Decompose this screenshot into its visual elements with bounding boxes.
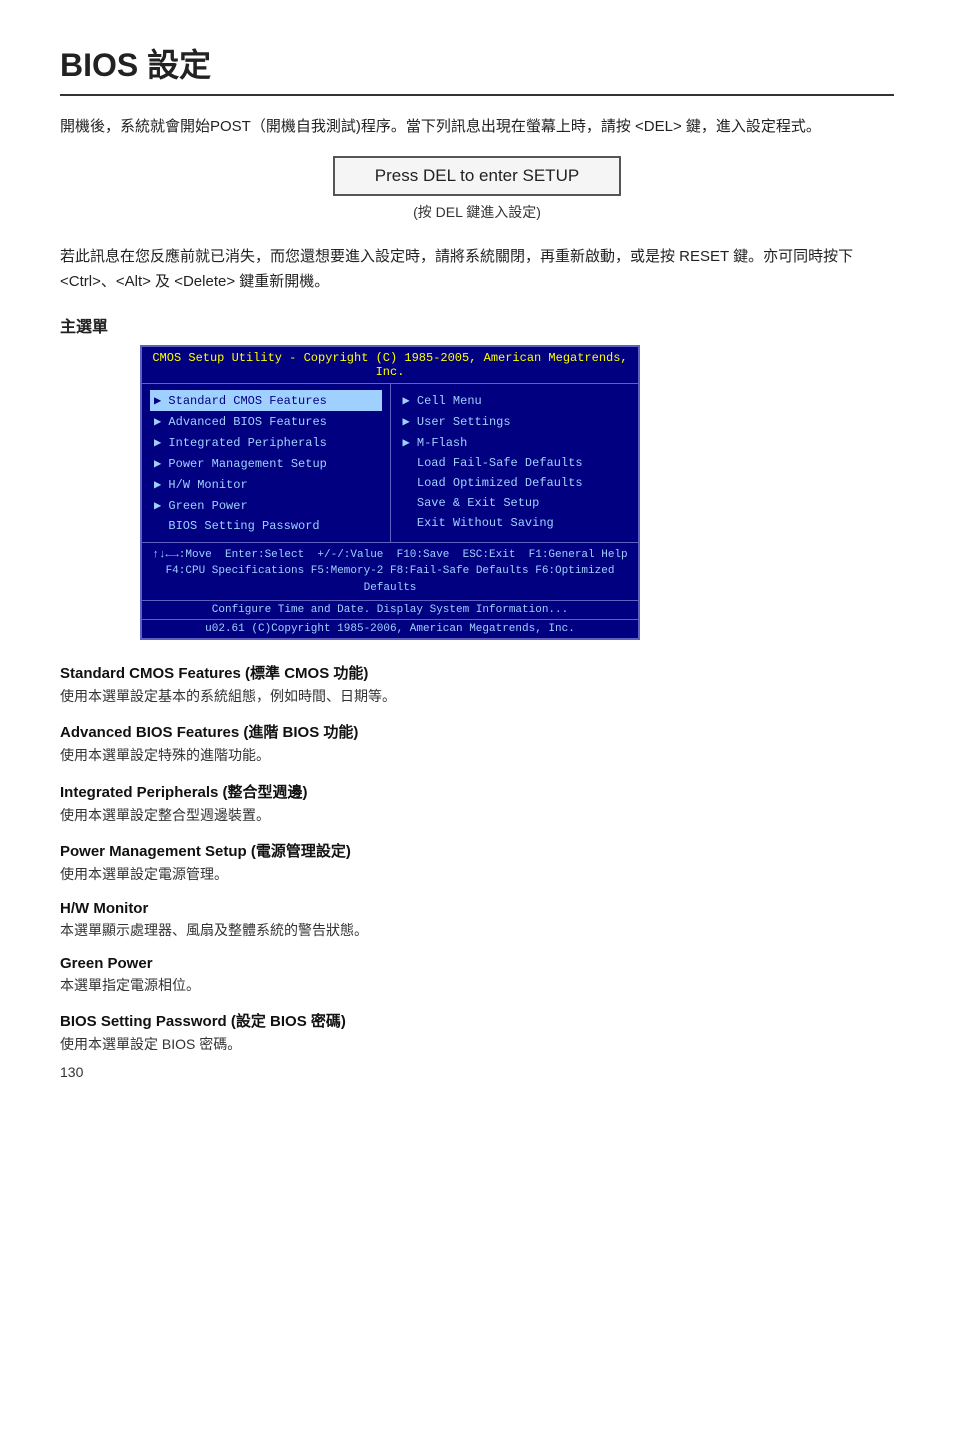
bios-item-integrated[interactable]: ▶ Integrated Peripherals <box>150 432 382 453</box>
bios-status: Configure Time and Date. Display System … <box>142 600 638 619</box>
desc-biospassword-title: BIOS Setting Password (設定 BIOS 密碼) <box>60 1010 894 1031</box>
bios-item-failsafe[interactable]: Load Fail-Safe Defaults <box>399 453 631 473</box>
desc-advanced-body: 使用本選單設定特殊的進階功能。 <box>60 744 894 766</box>
bios-right-col: ▶ Cell Menu ▶ User Settings ▶ M-Flash Lo… <box>391 384 639 542</box>
desc-integrated: Integrated Peripherals (整合型週邊) 使用本選單設定整合… <box>60 781 894 826</box>
del-instruction-box: Press DEL to enter SETUP <box>333 156 621 196</box>
desc-integrated-title: Integrated Peripherals (整合型週邊) <box>60 781 894 802</box>
desc-hwmonitor-body: 本選單顯示處理器、風扇及整體系統的警告狀態。 <box>60 919 894 941</box>
bios-item-mflash[interactable]: ▶ M-Flash <box>399 432 631 453</box>
desc-greenpower-title: Green Power <box>60 955 894 972</box>
desc-integrated-body: 使用本選單設定整合型週邊裝置。 <box>60 804 894 826</box>
intro-text: 開機後，系統就會開始POST（開機自我測試)程序。當下列訊息出現在螢幕上時，請按… <box>60 114 894 140</box>
bios-item-exit-nosave[interactable]: Exit Without Saving <box>399 513 631 533</box>
desc-standard-title: Standard CMOS Features (標準 CMOS 功能) <box>60 662 894 683</box>
bios-item-save-exit[interactable]: Save & Exit Setup <box>399 493 631 513</box>
desc-power-body: 使用本選單設定電源管理。 <box>60 863 894 885</box>
del-caption: (按 DEL 鍵進入設定) <box>413 202 541 222</box>
bios-left-col: ▶ Standard CMOS Features ▶ Advanced BIOS… <box>142 384 390 542</box>
bios-screen: CMOS Setup Utility - Copyright (C) 1985-… <box>140 345 640 641</box>
page-number: 130 <box>60 1064 83 1080</box>
descriptions-container: Standard CMOS Features (標準 CMOS 功能) 使用本選… <box>60 662 894 1056</box>
desc-standard: Standard CMOS Features (標準 CMOS 功能) 使用本選… <box>60 662 894 707</box>
section-heading: 主選單 <box>60 313 894 337</box>
desc-standard-body: 使用本選單設定基本的系統組態，例如時間、日期等。 <box>60 685 894 707</box>
page-title: BIOS 設定 <box>60 40 894 86</box>
desc-greenpower: Green Power 本選單指定電源相位。 <box>60 955 894 996</box>
desc-hwmonitor: H/W Monitor 本選單顯示處理器、風扇及整體系統的警告狀態。 <box>60 900 894 941</box>
page-container: BIOS 設定 開機後，系統就會開始POST（開機自我測試)程序。當下列訊息出現… <box>0 0 954 1110</box>
bios-item-hwmonitor[interactable]: ▶ H/W Monitor <box>150 474 382 495</box>
bios-item-cellmenu[interactable]: ▶ Cell Menu <box>399 390 631 411</box>
desc-greenpower-body: 本選單指定電源相位。 <box>60 974 894 996</box>
bios-item-usersettings[interactable]: ▶ User Settings <box>399 411 631 432</box>
title-divider <box>60 94 894 96</box>
bios-item-advanced[interactable]: ▶ Advanced BIOS Features <box>150 411 382 432</box>
bios-title-bar: CMOS Setup Utility - Copyright (C) 1985-… <box>142 347 638 384</box>
desc-biospassword-body: 使用本選單設定 BIOS 密碼。 <box>60 1033 894 1055</box>
del-box-container: Press DEL to enter SETUP (按 DEL 鍵進入設定) <box>60 156 894 238</box>
bios-item-optimized[interactable]: Load Optimized Defaults <box>399 473 631 493</box>
desc-advanced-title: Advanced BIOS Features (進階 BIOS 功能) <box>60 721 894 742</box>
bios-menu-area: ▶ Standard CMOS Features ▶ Advanced BIOS… <box>142 384 638 542</box>
warning-text: 若此訊息在您反應前就已消失，而您還想要進入設定時，請將系統關閉，再重新啟動，或是… <box>60 244 894 295</box>
desc-advanced: Advanced BIOS Features (進階 BIOS 功能) 使用本選… <box>60 721 894 766</box>
desc-power: Power Management Setup (電源管理設定) 使用本選單設定電… <box>60 840 894 885</box>
bios-item-standard[interactable]: ▶ Standard CMOS Features <box>150 390 382 411</box>
bios-item-power[interactable]: ▶ Power Management Setup <box>150 453 382 474</box>
bios-footer: ↑↓←→:Move Enter:Select +/-/:Value F10:Sa… <box>142 542 638 601</box>
desc-power-title: Power Management Setup (電源管理設定) <box>60 840 894 861</box>
bios-item-greenpower[interactable]: ▶ Green Power <box>150 495 382 516</box>
desc-hwmonitor-title: H/W Monitor <box>60 900 894 917</box>
bios-item-biospassword[interactable]: BIOS Setting Password <box>150 516 382 536</box>
bios-copyright: u02.61 (C)Copyright 1985-2006, American … <box>142 619 638 638</box>
desc-biospassword: BIOS Setting Password (設定 BIOS 密碼) 使用本選單… <box>60 1010 894 1055</box>
